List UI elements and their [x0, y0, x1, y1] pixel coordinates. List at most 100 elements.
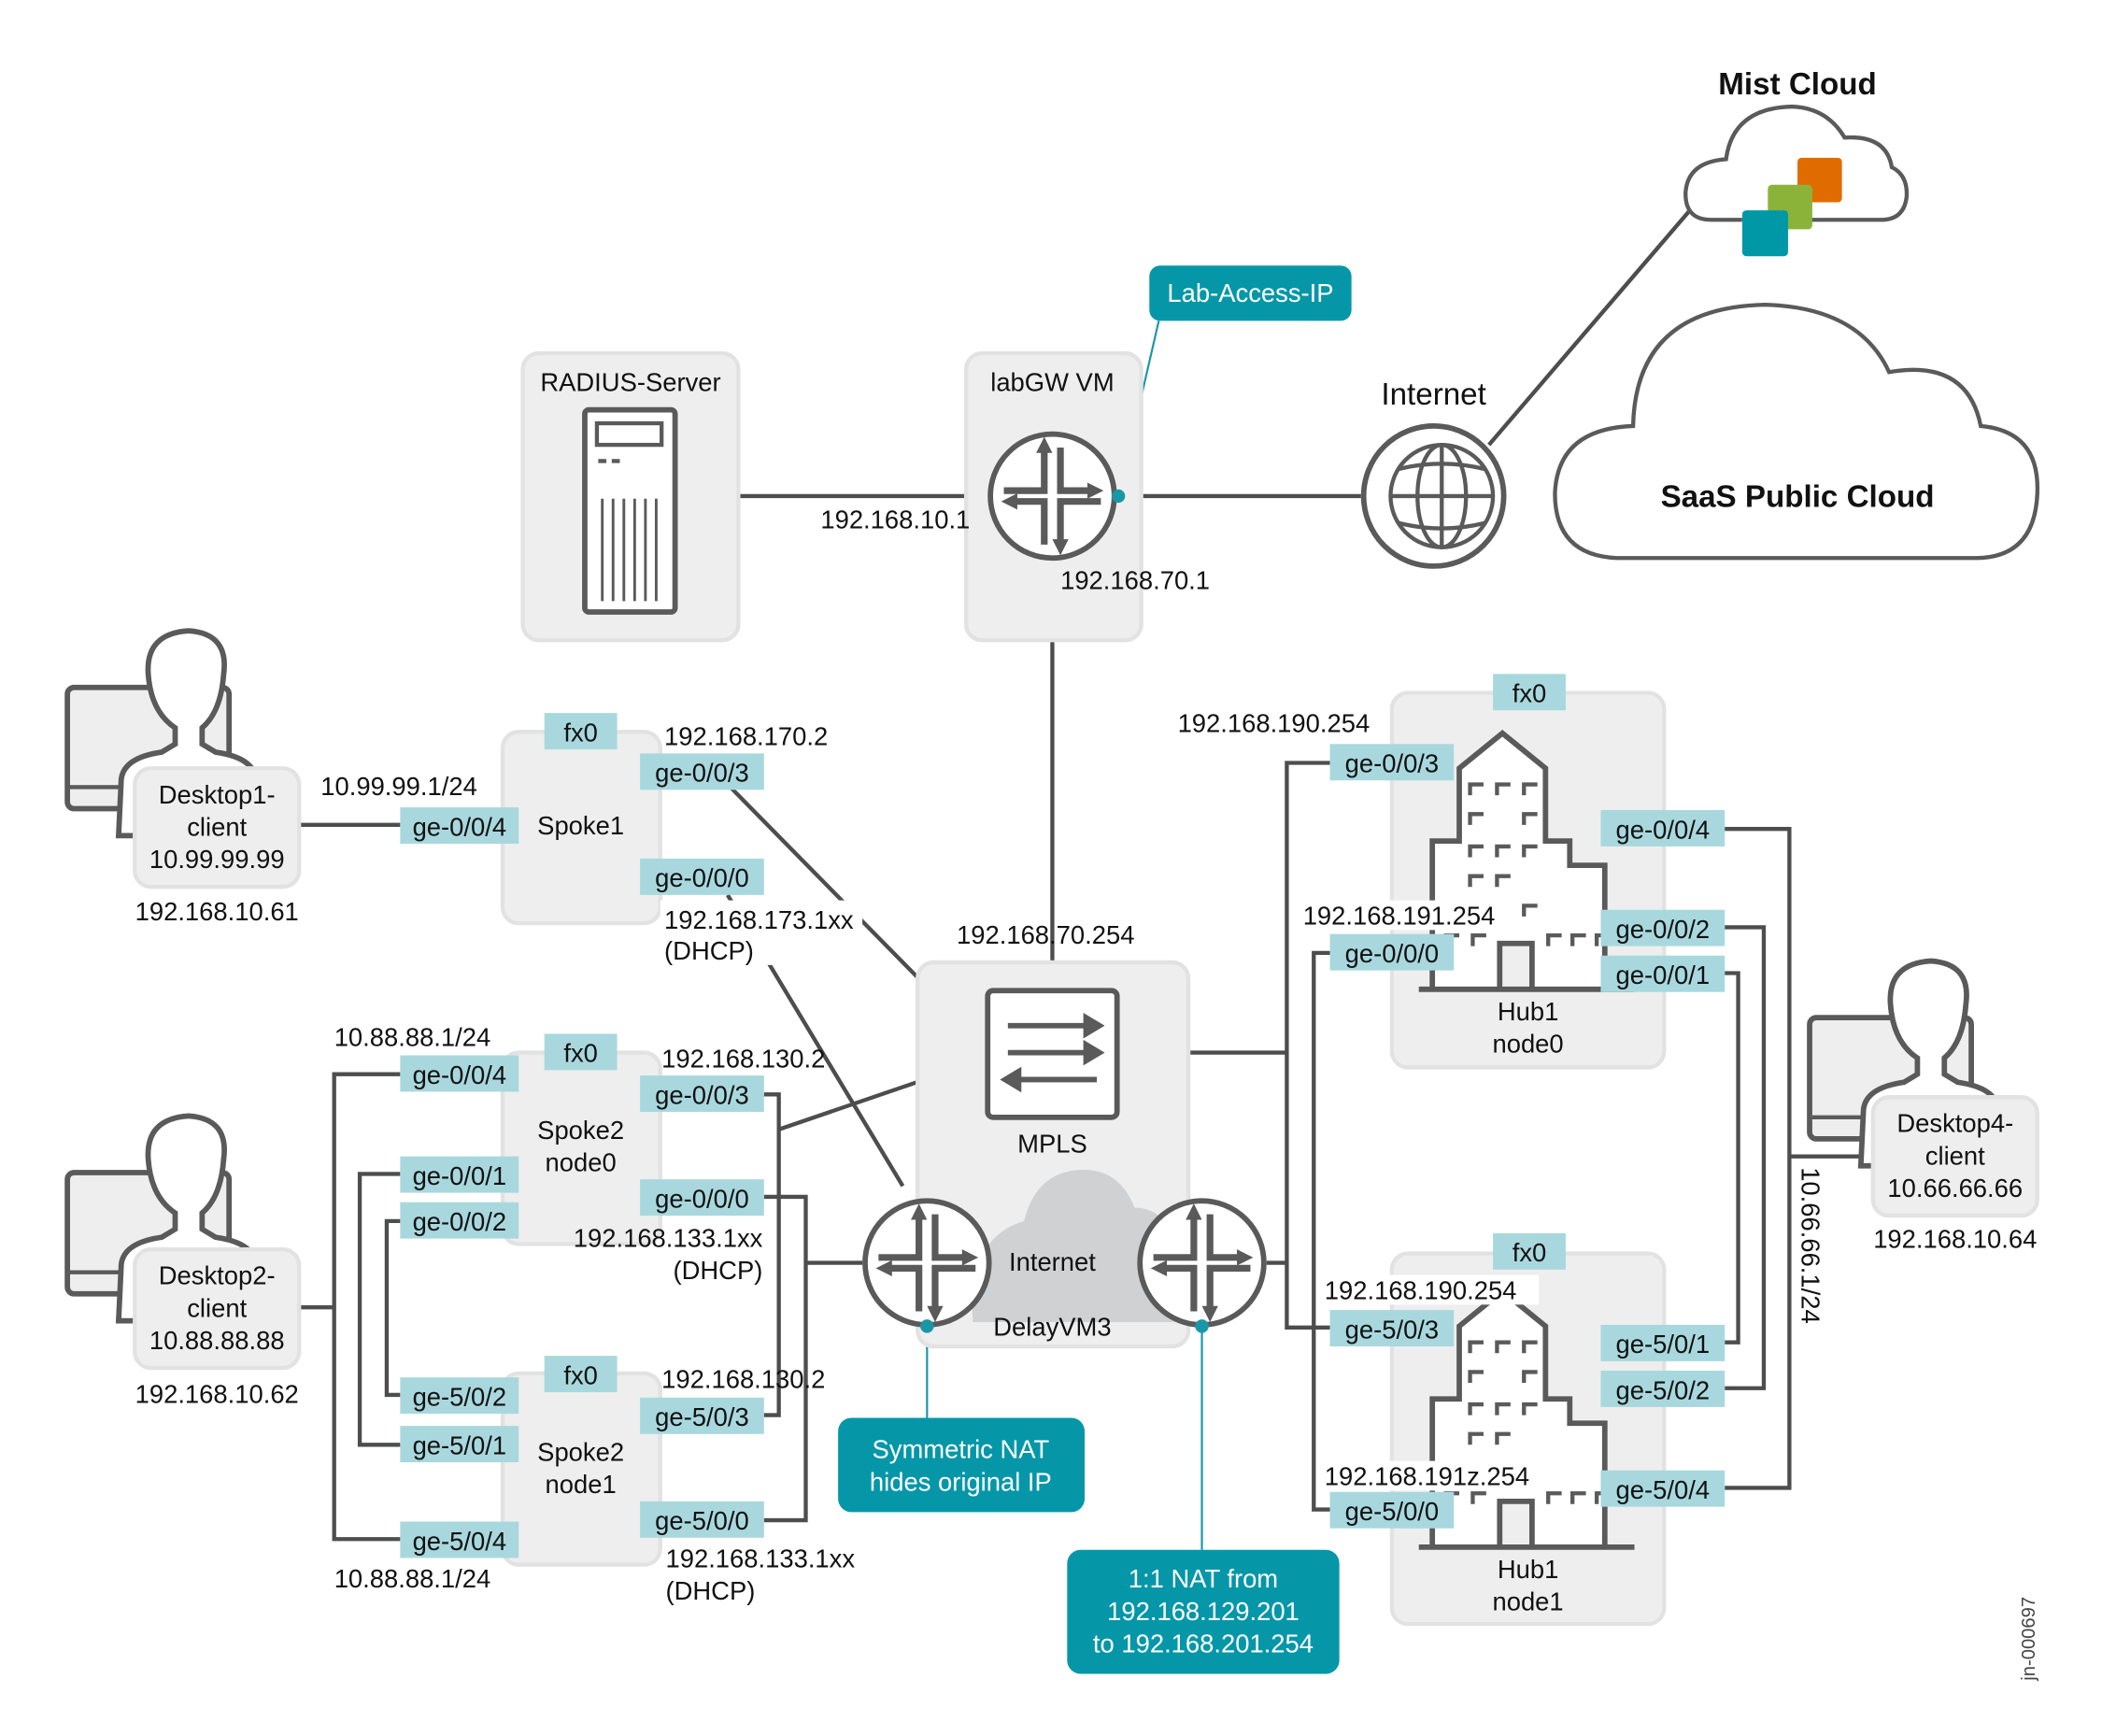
link-hub-mpls-inet — [1266, 761, 1330, 1330]
svg-text:ge-5/0/2: ge-5/0/2 — [413, 1382, 507, 1411]
hub1n1-ip3: 192.168.190.254 — [1325, 1276, 1517, 1305]
spoke2n1-port-ge504[interactable]: ge-5/0/4 — [400, 1521, 519, 1558]
hub1n1-port-ge501[interactable]: ge-5/0/1 — [1600, 1324, 1726, 1361]
svg-text:ge-0/0/4: ge-0/0/4 — [413, 1060, 507, 1089]
hub1n1-port-ge504[interactable]: ge-5/0/4 — [1600, 1470, 1726, 1507]
hub1n0-port-ge002[interactable]: ge-0/0/2 — [1600, 909, 1726, 946]
nat-router-left-icon — [865, 1201, 989, 1325]
spoke2-node1[interactable]: Spoke2 node1 — [500, 1371, 662, 1567]
spoke2n0-port-ge000[interactable]: ge-0/0/0 — [640, 1179, 764, 1217]
hub1n1-port-fx0[interactable]: fx0 — [1493, 1232, 1566, 1270]
spoke2n1-port-ge503[interactable]: ge-5/0/3 — [640, 1397, 764, 1434]
svg-text:fx0: fx0 — [563, 1360, 598, 1389]
delay-internet-label: Internet — [1009, 1247, 1096, 1276]
hub1-node1[interactable]: Hub1 node1 — [1389, 1251, 1667, 1627]
svg-text:ge-5/0/3: ge-5/0/3 — [655, 1402, 749, 1431]
svg-text:ge-0/0/4: ge-0/0/4 — [413, 812, 507, 841]
mpls-switch-icon — [985, 988, 1120, 1120]
svg-text:ge-0/0/2: ge-0/0/2 — [413, 1207, 507, 1236]
spoke1-port-ge004[interactable]: ge-0/0/4 — [400, 807, 519, 845]
nat-point-right — [1195, 1319, 1209, 1333]
hub1-node0-label: Hub1 — [1498, 997, 1558, 1026]
radius-server[interactable]: RADIUS-Server — [520, 350, 741, 643]
spoke2n1-port-fx0[interactable]: fx0 — [544, 1356, 618, 1393]
svg-text:ge-0/0/2: ge-0/0/2 — [1616, 915, 1711, 944]
svg-text:ge-5/0/2: ge-5/0/2 — [1616, 1375, 1711, 1404]
spoke2n0-lan-ip: 10.88.88.1/24 — [334, 1022, 491, 1051]
desktop2-name: Desktop2- — [159, 1261, 276, 1290]
spoke2-node0[interactable]: Spoke2 node0 — [500, 1050, 662, 1246]
svg-text:ge-0/0/0: ge-0/0/0 — [655, 1184, 749, 1213]
svg-text:fx0: fx0 — [1513, 1238, 1547, 1267]
svg-text:ge-5/0/4: ge-5/0/4 — [1616, 1475, 1711, 1504]
spoke2n1-port-ge500[interactable]: ge-5/0/0 — [640, 1501, 764, 1538]
callout-symmetric-nat: Symmetric NAT hides original IP — [838, 1417, 1086, 1513]
desktop2-ip: 10.88.88.88 — [149, 1326, 285, 1355]
svg-text:ge-0/0/1: ge-0/0/1 — [413, 1161, 507, 1190]
hub1n1-ip0: 192.168.191z.254 — [1325, 1462, 1529, 1491]
spoke1-port-ge000[interactable]: ge-0/0/0 — [640, 858, 764, 895]
spoke2n0-port-ge001[interactable]: ge-0/0/1 — [400, 1156, 519, 1193]
svg-text:ge-0/0/3: ge-0/0/3 — [1345, 749, 1440, 778]
spoke2n0-port-fx0[interactable]: fx0 — [544, 1033, 618, 1071]
svg-text:ge-5/0/0: ge-5/0/0 — [655, 1506, 749, 1535]
server-icon — [582, 406, 678, 615]
desktop4-client[interactable]: Desktop4- client 10.66.66.66 — [1810, 961, 2039, 1218]
hub1n0-port-ge003[interactable]: ge-0/0/3 — [1329, 744, 1455, 781]
desktop2-client[interactable]: Desktop2- client 10.88.88.88 — [67, 1116, 302, 1371]
hub1n0-ip3: 192.168.190.254 — [1178, 708, 1371, 737]
svg-text:hides original IP: hides original IP — [870, 1467, 1052, 1496]
desktop1-client[interactable]: Desktop1- client 10.99.99.99 — [67, 631, 302, 889]
mpls-ip: 192.168.70.254 — [957, 920, 1134, 949]
link-hub-inet — [1312, 950, 1330, 1512]
hub1n0-port-ge001[interactable]: ge-0/0/1 — [1600, 955, 1726, 992]
hub1n0-port-fx0[interactable]: fx0 — [1493, 674, 1566, 711]
svg-text:ge-0/0/3: ge-0/0/3 — [655, 1080, 749, 1109]
nat-point-left — [920, 1319, 934, 1333]
spoke1-dhcp: (DHCP) — [664, 936, 754, 965]
radius-label: RADIUS-Server — [540, 367, 720, 396]
svg-text:fx0: fx0 — [563, 1039, 598, 1068]
desktop4-name-2: client — [1925, 1141, 1985, 1170]
desktop1-mgmt-ip: 192.168.10.61 — [135, 897, 299, 926]
hub1n0-port-ge000[interactable]: ge-0/0/0 — [1329, 933, 1455, 971]
spoke2n1-port-ge502[interactable]: ge-5/0/2 — [400, 1377, 519, 1415]
svg-text:Symmetric NAT: Symmetric NAT — [873, 1435, 1050, 1464]
lab-access-point — [1111, 489, 1126, 504]
spoke2n0-inet-ip: 192.168.133.1xx — [574, 1223, 763, 1252]
svg-text:to 192.168.201.254: to 192.168.201.254 — [1093, 1629, 1314, 1658]
spoke1-inet-ip: 192.168.173.1xx — [664, 905, 854, 934]
svg-text:ge-0/0/0: ge-0/0/0 — [655, 863, 749, 892]
hub1n1-port-ge502[interactable]: ge-5/0/2 — [1600, 1370, 1726, 1407]
svg-text:192.168.129.201: 192.168.129.201 — [1107, 1597, 1300, 1626]
svg-text:ge-5/0/1: ge-5/0/1 — [413, 1430, 507, 1459]
network-diagram: Mist Cloud SaaS Public Cloud Internet RA… — [0, 67, 2039, 1682]
svg-text:ge-5/0/0: ge-5/0/0 — [1345, 1497, 1440, 1526]
hub1n0-port-ge004[interactable]: ge-0/0/4 — [1600, 809, 1726, 847]
hub1n1-port-ge503[interactable]: ge-5/0/3 — [1329, 1310, 1455, 1347]
spoke2n1-inet-ip: 192.168.133.1xx — [666, 1544, 856, 1573]
desktop1-name: Desktop1- — [159, 780, 276, 809]
svg-text:ge-0/0/0: ge-0/0/0 — [1345, 939, 1440, 968]
svg-text:fx0: fx0 — [1513, 679, 1547, 708]
spoke2n0-port-ge003[interactable]: ge-0/0/3 — [640, 1075, 764, 1113]
spoke1-label: Spoke1 — [537, 811, 624, 840]
desktop4-name: Desktop4- — [1896, 1109, 2013, 1138]
svg-text:ge-5/0/4: ge-5/0/4 — [413, 1527, 507, 1556]
spoke2n0-port-ge002[interactable]: ge-0/0/2 — [400, 1202, 519, 1239]
hub1n1-port-ge500[interactable]: ge-5/0/0 — [1329, 1491, 1455, 1529]
spoke1-port-fx0[interactable]: fx0 — [544, 713, 618, 750]
labgw-ip-left: 192.168.10.1 — [820, 505, 970, 534]
cloud-icon — [1553, 302, 2039, 561]
spoke1-port-ge003[interactable]: ge-0/0/3 — [640, 753, 764, 790]
desktop1-ip: 10.99.99.99 — [149, 845, 285, 874]
spoke1[interactable]: Spoke1 — [500, 730, 662, 926]
desktop2-mgmt-ip: 192.168.10.62 — [135, 1380, 299, 1409]
hub1n0-ip0: 192.168.191.254 — [1303, 902, 1496, 931]
spoke2n1-port-ge501[interactable]: ge-5/0/1 — [400, 1426, 519, 1463]
svg-text:ge-5/0/1: ge-5/0/1 — [1616, 1330, 1711, 1359]
spoke2n0-port-ge004[interactable]: ge-0/0/4 — [400, 1055, 519, 1092]
spoke2-node0-label-2: node0 — [546, 1148, 617, 1177]
labgw-vm[interactable]: labGW VM — [963, 350, 1143, 643]
spoke2n0-mpls-ip: 192.168.130.2 — [661, 1044, 825, 1073]
